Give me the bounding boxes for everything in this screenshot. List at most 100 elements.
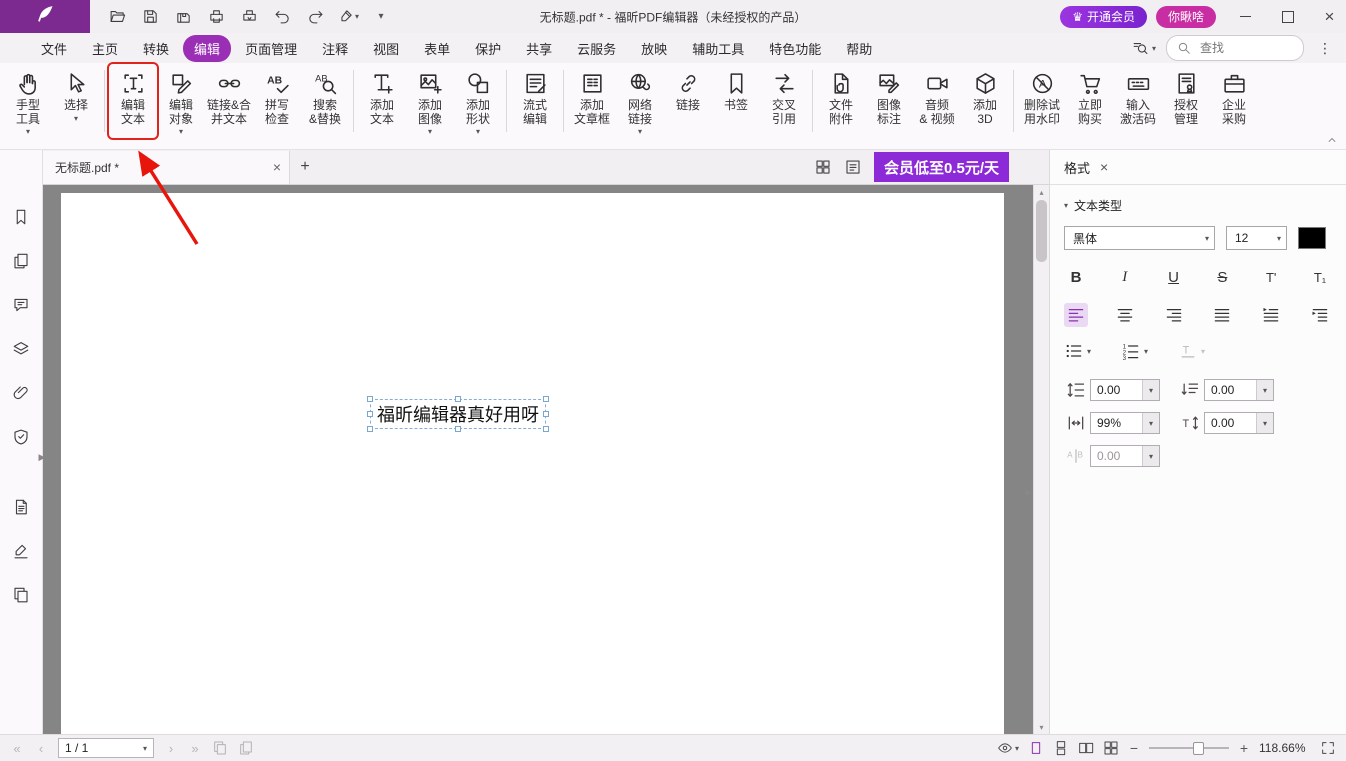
ribbon-button-remove-watermark[interactable]: A删除试用水印 xyxy=(1018,64,1066,138)
ribbon-button-add-shape[interactable]: 添加形状▾ xyxy=(454,64,502,138)
find-box[interactable] xyxy=(1166,35,1304,61)
sidebar-signature-button[interactable] xyxy=(8,538,34,564)
zoom-out-button[interactable]: − xyxy=(1128,740,1140,756)
scrollbar-thumb[interactable] xyxy=(1036,200,1047,262)
selected-text-object[interactable]: 福昕编辑器真好用呀 xyxy=(370,399,546,429)
search-tools-button[interactable]: ▾ xyxy=(1132,40,1156,57)
sidebar-pages-button[interactable] xyxy=(8,248,34,274)
ribbon-button-spell-check[interactable]: AB拼写检查 xyxy=(253,64,301,138)
sidebar-layers-button[interactable] xyxy=(8,336,34,362)
customize-toolbar-button[interactable]: ▾ xyxy=(368,4,394,30)
copy-page-icon[interactable] xyxy=(212,740,228,756)
save-button[interactable] xyxy=(137,4,163,30)
menu-item-主页[interactable]: 主页 xyxy=(81,35,129,62)
page-number-combo[interactable]: 1 / 1 ▾ xyxy=(58,738,154,758)
ribbon-button-add-text[interactable]: 添加文本 xyxy=(358,64,406,138)
scroll-down-icon[interactable]: ▾ xyxy=(1034,720,1049,734)
ribbon-button-add-image[interactable]: 添加图像▾ xyxy=(406,64,454,138)
indent-first-line-button[interactable] xyxy=(1259,303,1283,327)
ribbon-button-bookmark[interactable]: 书签 xyxy=(712,64,760,125)
ribbon-button-edit-text[interactable]: 编辑文本 xyxy=(109,64,157,138)
collapse-ribbon-button[interactable] xyxy=(1326,134,1338,146)
zoom-slider-thumb[interactable] xyxy=(1193,742,1204,755)
last-page-button[interactable]: » xyxy=(188,741,202,756)
paragraph-spacing-input[interactable]: 0.00▾ xyxy=(1204,379,1274,401)
redo-button[interactable] xyxy=(302,4,328,30)
ribbon-button-link[interactable]: 链接 xyxy=(664,64,712,125)
menu-item-保护[interactable]: 保护 xyxy=(464,35,512,62)
document-tab[interactable]: 无标题.pdf * × xyxy=(43,151,290,184)
menu-item-转换[interactable]: 转换 xyxy=(132,35,180,62)
menu-item-页面管理[interactable]: 页面管理 xyxy=(234,35,308,62)
single-page-view-icon[interactable] xyxy=(1028,740,1044,756)
line-spacing-input[interactable]: 0.00▾ xyxy=(1090,379,1160,401)
numbered-list-button[interactable]: 123▾ xyxy=(1121,341,1148,361)
prev-page-button[interactable]: ‹ xyxy=(34,741,48,756)
new-tab-button[interactable]: + xyxy=(290,158,320,176)
format-tab[interactable]: 格式 xyxy=(1064,158,1090,177)
promo-button[interactable]: 你瞅啥 xyxy=(1156,6,1216,28)
selection-handle[interactable] xyxy=(367,426,373,432)
sidebar-clipboard-button[interactable] xyxy=(8,582,34,608)
find-input[interactable] xyxy=(1198,40,1294,56)
sidebar-bookmark-button[interactable] xyxy=(8,204,34,230)
membership-promo-banner[interactable]: 会员低至0.5元/天 xyxy=(874,152,1009,182)
zoom-in-button[interactable]: + xyxy=(1238,740,1250,756)
close-panel-icon[interactable]: × xyxy=(1100,159,1108,175)
ribbon-button-flow-edit[interactable]: 流式编辑 xyxy=(511,64,559,138)
sidebar-doc-lines-button[interactable] xyxy=(8,494,34,520)
grid-view-icon[interactable] xyxy=(814,158,832,176)
ribbon-button-link-merge[interactable]: 链接&合并文本 xyxy=(205,64,253,138)
undo-button[interactable] xyxy=(269,4,295,30)
menu-item-文件[interactable]: 文件 xyxy=(30,35,78,62)
underline-button[interactable]: U xyxy=(1162,265,1186,289)
open-folder-button[interactable] xyxy=(104,4,130,30)
menu-item-注释[interactable]: 注释 xyxy=(311,35,359,62)
baseline-offset-input[interactable]: 0.00▾ xyxy=(1204,412,1274,434)
menu-item-视图[interactable]: 视图 xyxy=(362,35,410,62)
horizontal-scale-input[interactable]: 99%▾ xyxy=(1090,412,1160,434)
ribbon-button-audio-video[interactable]: 音频& 视频 xyxy=(913,64,961,138)
facing-continuous-view-icon[interactable] xyxy=(1103,740,1119,756)
text-style-button[interactable]: T▾ xyxy=(1178,341,1205,361)
more-options-button[interactable]: ⋮ xyxy=(1314,40,1336,57)
reading-mode-icon[interactable] xyxy=(844,158,862,176)
close-tab-icon[interactable]: × xyxy=(273,160,281,174)
align-justify-button[interactable] xyxy=(1210,303,1234,327)
print-button[interactable] xyxy=(203,4,229,30)
sidebar-comment-button[interactable] xyxy=(8,292,34,318)
selection-handle[interactable] xyxy=(543,426,549,432)
menu-item-云服务[interactable]: 云服务 xyxy=(566,35,627,62)
open-membership-button[interactable]: ♛开通会员 xyxy=(1060,6,1147,28)
selection-handle[interactable] xyxy=(367,411,373,417)
view-mode-button[interactable]: ▾ xyxy=(997,740,1019,756)
quick-print-button[interactable] xyxy=(236,4,262,30)
menu-item-特色功能[interactable]: 特色功能 xyxy=(758,35,832,62)
align-center-button[interactable] xyxy=(1113,303,1137,327)
ribbon-button-cursor[interactable]: 选择▾ xyxy=(52,64,100,125)
continuous-view-icon[interactable] xyxy=(1053,740,1069,756)
bold-button[interactable]: B xyxy=(1064,265,1088,289)
selection-handle[interactable] xyxy=(543,411,549,417)
text-type-section[interactable]: ▾ 文本类型 xyxy=(1064,197,1332,214)
ribbon-button-enterprise-buy[interactable]: 企业采购 xyxy=(1210,64,1258,138)
font-size-select[interactable]: 12 ▾ xyxy=(1226,226,1287,250)
ribbon-button-license-manage[interactable]: 授权管理 xyxy=(1162,64,1210,138)
duplicate-page-icon[interactable] xyxy=(238,740,254,756)
facing-view-icon[interactable] xyxy=(1078,740,1094,756)
indent-hanging-button[interactable] xyxy=(1308,303,1332,327)
menu-item-共享[interactable]: 共享 xyxy=(515,35,563,62)
ribbon-button-activation-code[interactable]: 输入激活码 xyxy=(1114,64,1162,138)
vertical-scrollbar[interactable]: ▴ ▾ xyxy=(1033,185,1049,734)
maximize-button[interactable] xyxy=(1271,0,1304,33)
first-page-button[interactable]: « xyxy=(10,741,24,756)
next-page-button[interactable]: › xyxy=(164,741,178,756)
ribbon-button-search-replace[interactable]: AB搜索&替换 xyxy=(301,64,349,138)
ribbon-button-cross-ref[interactable]: 交叉引用 xyxy=(760,64,808,138)
menu-item-表单[interactable]: 表单 xyxy=(413,35,461,62)
sidebar-security-button[interactable] xyxy=(8,424,34,450)
zoom-slider[interactable] xyxy=(1149,741,1229,755)
ribbon-button-add-3d[interactable]: 添加3D xyxy=(961,64,1009,138)
ribbon-button-article-box[interactable]: 添加文章框 xyxy=(568,64,616,138)
sidebar-attachment-button[interactable] xyxy=(8,380,34,406)
